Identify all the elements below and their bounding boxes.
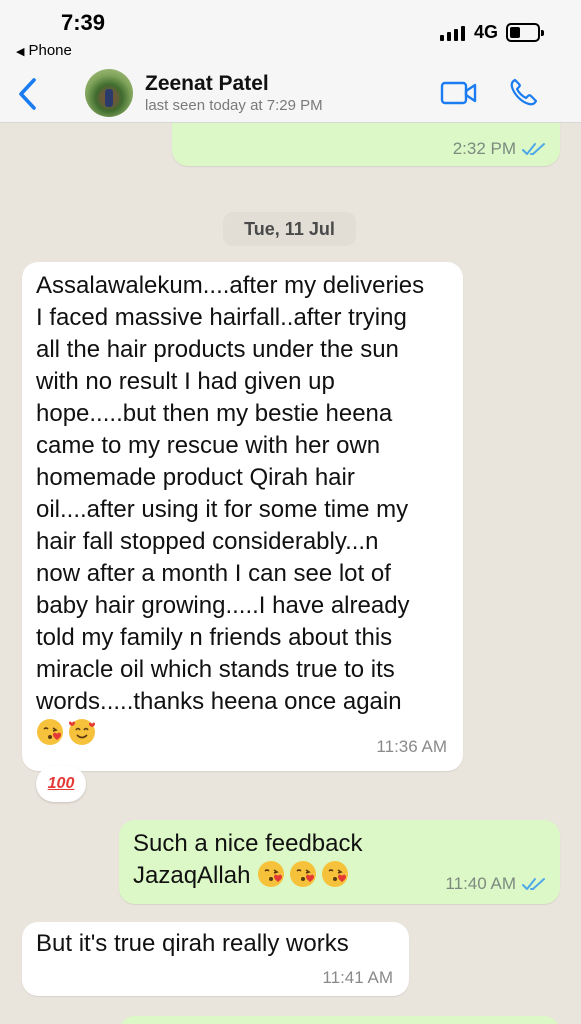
contact-name[interactable]: Zeenat Patel: [145, 72, 269, 96]
kissing-face-emoji-icon: [322, 861, 349, 887]
message-line: Assalawalekum....after my deliveries: [36, 272, 425, 299]
message-line: with no result I had given up: [36, 368, 335, 395]
message-line: hope.....but then my bestie heena: [36, 400, 393, 427]
outgoing-message-partial[interactable]: [119, 1016, 560, 1024]
outgoing-message[interactable]: 2:32 PM: [172, 123, 560, 166]
chat-area[interactable]: 2:32 PM Tue, 11 Jul Assalawalekum....aft…: [0, 123, 581, 1024]
message-line: all the hair products under the sun: [36, 336, 399, 363]
date-separator: Tue, 11 Jul: [223, 212, 356, 246]
read-ticks-icon: [522, 878, 545, 890]
signal-icon: [440, 25, 465, 41]
kissing-face-emoji-icon: [290, 861, 317, 887]
message-line: Such a nice feedback: [133, 830, 363, 857]
video-call-icon[interactable]: [440, 80, 478, 106]
message-meta: 11:40 AM: [445, 874, 546, 894]
message-line: now after a month I can see lot of: [36, 560, 391, 587]
incoming-message[interactable]: But it's true qirah really works 11:41 A…: [22, 922, 409, 996]
phone-call-icon[interactable]: [508, 76, 540, 108]
back-triangle-icon: ◀: [16, 46, 25, 58]
message-time: 11:36 AM: [376, 737, 447, 756]
message-line: homemade product Qirah hair: [36, 464, 355, 491]
message-time: 2:32 PM: [452, 139, 516, 158]
outgoing-message[interactable]: Such a nice feedback JazaqAllah 11:40 AM: [119, 820, 560, 904]
message-meta: 11:41 AM: [322, 968, 393, 988]
message-meta: 11:36 AM: [376, 737, 447, 757]
message-line: I faced massive hairfall..after trying: [36, 304, 407, 331]
message-line: words.....thanks heena once again: [36, 688, 402, 715]
smiling-face-hearts-emoji-icon: [69, 719, 95, 745]
kissing-face-emoji-icon: [37, 719, 63, 745]
top-bar: 7:39 ◀ Phone 4G Zeenat Patel last seen to…: [0, 0, 581, 123]
last-seen-status: last seen today at 7:29 PM: [145, 97, 323, 114]
kissing-face-emoji-icon: [258, 861, 285, 887]
back-to-app-link[interactable]: ◀ Phone: [16, 42, 72, 59]
message-line: baby hair growing.....I have already: [36, 592, 410, 619]
message-line: JazaqAllah: [133, 862, 251, 889]
network-type: 4G: [474, 22, 499, 42]
message-text: Assalawalekum....after my deliveries I f…: [36, 270, 449, 752]
message-meta: 2:32 PM: [453, 139, 546, 159]
battery-icon: [506, 23, 544, 42]
status-time: 7:39: [61, 10, 106, 35]
contact-avatar[interactable]: [85, 69, 133, 117]
message-text: But it's true qirah really works: [36, 930, 349, 957]
back-chevron-icon[interactable]: [14, 76, 42, 112]
message-line: hair fall stopped considerably...n: [36, 528, 379, 555]
read-ticks-icon: [522, 143, 545, 155]
message-line: oil....after using it for some time my: [36, 496, 409, 523]
message-line: came to my rescue with her own: [36, 432, 381, 459]
back-app-label: Phone: [28, 42, 72, 59]
reaction-100-badge[interactable]: 100: [36, 766, 86, 802]
message-line: told my family n friends about this: [36, 624, 393, 651]
message-time: 11:40 AM: [445, 874, 516, 893]
message-time: 11:41 AM: [322, 968, 393, 987]
incoming-message[interactable]: Assalawalekum....after my deliveries I f…: [22, 262, 463, 771]
message-line: miracle oil which stands true to its: [36, 656, 395, 683]
